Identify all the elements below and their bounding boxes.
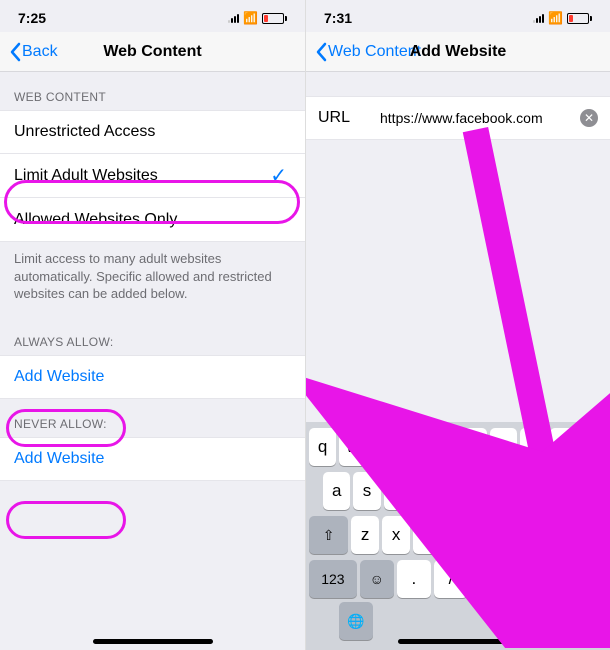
cellular-icon [533, 13, 544, 23]
back-label: Back [22, 43, 58, 61]
back-button[interactable]: Web Content [314, 42, 421, 62]
nav-title: Web Content [103, 43, 201, 61]
chevron-left-icon [314, 42, 328, 62]
globe-key[interactable]: 🌐 [339, 602, 373, 640]
nav-bar: Back Web Content [0, 32, 305, 72]
back-button[interactable]: Back [8, 42, 58, 62]
emoji-key[interactable]: ☺ [360, 560, 394, 598]
numbers-key[interactable]: 123 [309, 560, 357, 598]
done-key[interactable]: done [549, 560, 607, 598]
url-label: URL [318, 109, 380, 127]
key-a[interactable]: a [323, 472, 350, 510]
link-label: Add Website [14, 450, 104, 468]
emoji-icon: ☺ [370, 571, 384, 587]
section-footer: Limit access to many adult websites auto… [0, 242, 305, 317]
key-d[interactable]: d [384, 472, 411, 510]
status-bar: 7:25 📶 [0, 0, 305, 32]
key-w[interactable]: w [339, 428, 366, 466]
section-header-always-allow: ALWAYS ALLOW: [0, 317, 305, 355]
option-limit-adult[interactable]: Limit Adult Websites ✓ [0, 154, 305, 198]
wifi-icon: 📶 [548, 11, 563, 25]
battery-icon [262, 13, 287, 24]
key-u[interactable]: u [490, 428, 517, 466]
cellular-icon [228, 13, 239, 23]
status-time: 7:31 [324, 10, 352, 26]
key-h[interactable]: h [475, 472, 502, 510]
backspace-icon: ⌫ [578, 527, 598, 544]
key-s[interactable]: s [353, 472, 380, 510]
key-n[interactable]: n [506, 516, 534, 554]
chevron-left-icon [8, 42, 22, 62]
key-i[interactable]: i [520, 428, 547, 466]
key-r[interactable]: r [399, 428, 426, 466]
section-header-web-content: WEB CONTENT [0, 72, 305, 110]
status-time: 7:25 [18, 10, 46, 26]
checkmark-icon: ✓ [270, 163, 287, 188]
annotation-highlight [6, 501, 126, 539]
key-x[interactable]: x [382, 516, 410, 554]
option-label: Unrestricted Access [14, 123, 155, 141]
key-p[interactable]: p [580, 428, 607, 466]
phone-left: 7:25 📶 Back Web Content WEB CONTENT Unre… [0, 0, 305, 650]
url-row[interactable]: URL ✕ [306, 96, 610, 140]
add-website-always-allow[interactable]: Add Website [0, 355, 305, 399]
key-g[interactable]: g [444, 472, 471, 510]
nav-bar: Web Content Add Website [306, 32, 610, 72]
option-label: Limit Adult Websites [14, 167, 158, 185]
key-v[interactable]: v [444, 516, 472, 554]
nav-title: Add Website [410, 43, 507, 61]
key-q[interactable]: q [309, 428, 336, 466]
option-allowed-only[interactable]: Allowed Websites Only [0, 198, 305, 242]
key-dotcom[interactable]: .com [471, 560, 546, 598]
key-l[interactable]: l [566, 472, 593, 510]
home-indicator [398, 639, 518, 644]
home-indicator [93, 639, 213, 644]
close-icon: ✕ [584, 111, 594, 125]
key-o[interactable]: o [550, 428, 577, 466]
key-e[interactable]: e [369, 428, 396, 466]
key-slash[interactable]: / [434, 560, 468, 598]
add-website-never-allow[interactable]: Add Website [0, 437, 305, 481]
back-label: Web Content [328, 43, 421, 61]
phone-right: 7:31 📶 Web Content Add Website URL ✕ qwe… [305, 0, 610, 650]
key-m[interactable]: m [537, 516, 565, 554]
link-label: Add Website [14, 368, 104, 386]
battery-icon [567, 13, 592, 24]
shift-key[interactable]: ⇧ [309, 516, 348, 554]
key-t[interactable]: t [429, 428, 456, 466]
keyboard: qwertyuiop asdfghjkl ⇧ zxcvbnm ⌫ 123 ☺./.co… [306, 422, 610, 650]
option-label: Allowed Websites Only [14, 211, 177, 229]
wifi-icon: 📶 [243, 11, 258, 25]
key-period[interactable]: . [397, 560, 431, 598]
backspace-key[interactable]: ⌫ [568, 516, 607, 554]
key-k[interactable]: k [535, 472, 562, 510]
key-b[interactable]: b [475, 516, 503, 554]
status-bar: 7:31 📶 [306, 0, 610, 32]
shift-icon: ⇧ [323, 527, 335, 544]
url-input[interactable] [380, 110, 580, 126]
key-y[interactable]: y [460, 428, 487, 466]
globe-icon: 🌐 [347, 613, 364, 630]
clear-button[interactable]: ✕ [580, 109, 598, 127]
key-c[interactable]: c [413, 516, 441, 554]
key-j[interactable]: j [505, 472, 532, 510]
section-header-never-allow: NEVER ALLOW: [0, 399, 305, 437]
key-f[interactable]: f [414, 472, 441, 510]
key-z[interactable]: z [351, 516, 379, 554]
option-unrestricted[interactable]: Unrestricted Access [0, 110, 305, 154]
